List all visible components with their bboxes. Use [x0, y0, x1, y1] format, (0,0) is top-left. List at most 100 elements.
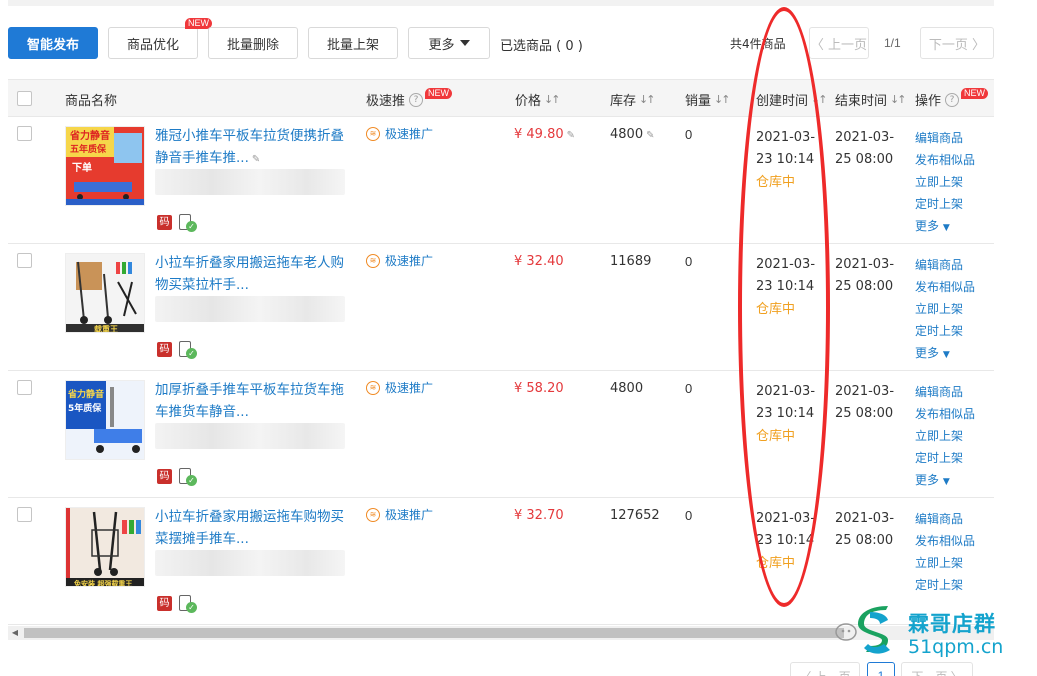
product-thumbnail[interactable]: 省力静音 5年质保: [65, 380, 145, 460]
more-ops-link[interactable]: 更多 ▼: [915, 215, 975, 239]
product-title-link[interactable]: 雅冠小推车平板车拉货便携折叠静音手推车推... ✎: [155, 125, 347, 171]
header-end[interactable]: 结束时间 ↓↑: [835, 90, 907, 109]
sales-value: 0: [685, 254, 693, 269]
header-sales[interactable]: 销量 ↓↑: [685, 90, 731, 109]
select-all-checkbox[interactable]: [17, 91, 32, 106]
smart-publish-button[interactable]: 智能发布: [8, 27, 98, 59]
end-time: 2021-03-25 08:00: [835, 257, 895, 294]
watermark-url: 51qpm.cn: [908, 636, 1004, 658]
qr-code-icon[interactable]: 码: [157, 342, 172, 357]
batch-delete-button[interactable]: 批量删除: [208, 27, 298, 59]
edit-product-link[interactable]: 编辑商品: [915, 381, 975, 403]
row-checkbox[interactable]: [17, 380, 32, 395]
product-thumbnail[interactable]: 载重王: [65, 253, 145, 333]
watermark: 霖哥店群 51qpm.cn: [830, 604, 1030, 664]
blurred-info: [155, 296, 345, 322]
end-time: 2021-03-25 08:00: [835, 511, 895, 548]
list-now-link[interactable]: 立即上架: [915, 298, 975, 320]
promote-label: 极速推广: [385, 127, 434, 141]
edit-product-link[interactable]: 编辑商品: [915, 127, 975, 149]
stock-cell: 4800 ✎: [610, 127, 654, 142]
stock-value: 127652: [610, 508, 660, 523]
publish-similar-link[interactable]: 发布相似品: [915, 530, 975, 552]
fast-promote-link[interactable]: ≋ 极速推广: [366, 506, 433, 523]
schedule-list-link[interactable]: 定时上架: [915, 320, 975, 342]
header-created[interactable]: 创建时间 ↓↑: [756, 90, 828, 109]
schedule-list-link[interactable]: 定时上架: [915, 447, 975, 469]
scroll-left-icon[interactable]: ◀: [8, 626, 22, 640]
status-badge: 仓库中: [756, 556, 796, 571]
sales-value: 0: [685, 127, 693, 142]
more-ops-label: 更多: [915, 473, 940, 487]
edit-pencil-icon[interactable]: ✎: [252, 154, 260, 165]
publish-similar-link[interactable]: 发布相似品: [915, 403, 975, 425]
new-badge: NEW: [425, 88, 453, 99]
fast-promote-link[interactable]: ≋ 极速推广: [366, 379, 433, 396]
edit-pencil-icon[interactable]: ✎: [646, 130, 654, 141]
check-icon: ✓: [186, 602, 197, 613]
more-ops-link[interactable]: 更多 ▼: [915, 469, 975, 493]
table-header: 商品名称 极速推 ? NEW 价格 ↓↑ 库存 ↓↑ 销量 ↓↑ 创建时间 ↓↑…: [8, 79, 994, 117]
qr-code-icon[interactable]: 码: [157, 215, 172, 230]
schedule-list-link[interactable]: 定时上架: [915, 193, 975, 215]
thumb-text: 省力静音: [69, 129, 110, 142]
more-dropdown[interactable]: 更多: [408, 27, 490, 59]
selected-count: 已选商品 ( 0 ): [500, 39, 583, 54]
check-icon: ✓: [186, 221, 197, 232]
price-value: ¥ 58.20: [514, 381, 564, 396]
row-checkbox[interactable]: [17, 507, 32, 522]
edit-pencil-icon[interactable]: ✎: [567, 130, 575, 141]
more-ops-label: 更多: [915, 219, 940, 233]
edit-product-link[interactable]: 编辑商品: [915, 508, 975, 530]
edit-product-link[interactable]: 编辑商品: [915, 254, 975, 276]
thumb-text: 下单: [72, 161, 92, 174]
fast-promote-link[interactable]: ≋ 极速推广: [366, 252, 433, 269]
next-page-button[interactable]: 下一页 〉: [920, 27, 994, 59]
thumb-text: 五年质保: [70, 143, 107, 155]
product-thumbnail[interactable]: 省力静音 五年质保 下单: [65, 126, 145, 206]
qr-code-icon[interactable]: 码: [157, 469, 172, 484]
end-time: 2021-03-25 08:00: [835, 384, 895, 421]
stock-value: 4800: [610, 127, 644, 142]
list-now-link[interactable]: 立即上架: [915, 552, 975, 574]
fast-promote-link[interactable]: ≋ 极速推广: [366, 125, 433, 142]
list-now-link[interactable]: 立即上架: [915, 171, 975, 193]
sort-icon: ↓↑: [890, 93, 907, 106]
product-title-link[interactable]: 小拉车折叠家用搬运拖车购物买菜摆摊手推车...: [155, 506, 347, 550]
publish-similar-link[interactable]: 发布相似品: [915, 149, 975, 171]
optimize-button[interactable]: 商品优化 NEW: [108, 18, 212, 59]
sort-icon: ↓↑: [544, 93, 561, 106]
header-promote-label: 极速推: [366, 94, 406, 109]
qr-code-icon[interactable]: 码: [157, 596, 172, 611]
created-time: 2021-03-23 10:14: [756, 384, 816, 421]
status-badge: 仓库中: [756, 175, 796, 190]
product-title-link[interactable]: 加厚折叠手推车平板车拉货车拖车推货车静音...: [155, 379, 347, 423]
list-now-link[interactable]: 立即上架: [915, 425, 975, 447]
prev-page-button[interactable]: 〈 上一页: [809, 27, 869, 59]
bottom-next-page-button[interactable]: 下一页 〉: [901, 662, 973, 676]
product-thumbnail[interactable]: 免安装 超强载重王: [65, 507, 145, 587]
promote-icon: ≋: [366, 253, 380, 268]
publish-similar-link[interactable]: 发布相似品: [915, 276, 975, 298]
thumb-text: 省力静音: [67, 388, 104, 400]
row-checkbox[interactable]: [17, 253, 32, 268]
header-stock[interactable]: 库存 ↓↑: [610, 90, 656, 109]
promote-icon: ≋: [366, 507, 380, 522]
help-icon[interactable]: ?: [945, 92, 960, 107]
batch-list-button[interactable]: 批量上架: [308, 27, 398, 59]
more-ops-link[interactable]: 更多 ▼: [915, 342, 975, 366]
thumb-text: 载重王: [94, 324, 118, 333]
blurred-info: [155, 169, 345, 195]
header-name-label: 商品名称: [65, 94, 118, 109]
header-price[interactable]: 价格 ↓↑: [515, 90, 561, 109]
table-row: 载重王 小拉车折叠家用搬运拖车老人购物买菜拉杆手... 码 ✓ ≋ 极速推广 ¥ …: [8, 244, 994, 371]
schedule-list-link[interactable]: 定时上架: [915, 574, 975, 596]
product-title-link[interactable]: 小拉车折叠家用搬运拖车老人购物买菜拉杆手...: [155, 252, 347, 296]
row-checkbox[interactable]: [17, 126, 32, 141]
bottom-page-1-button[interactable]: 1: [867, 662, 895, 676]
watermark-name: 霖哥店群: [908, 612, 996, 636]
scrollbar-thumb[interactable]: [24, 628, 844, 638]
total-count: 共4件商品: [730, 37, 786, 51]
help-icon[interactable]: ?: [409, 92, 424, 107]
bottom-prev-page-button[interactable]: 〈 上一页: [790, 662, 860, 676]
